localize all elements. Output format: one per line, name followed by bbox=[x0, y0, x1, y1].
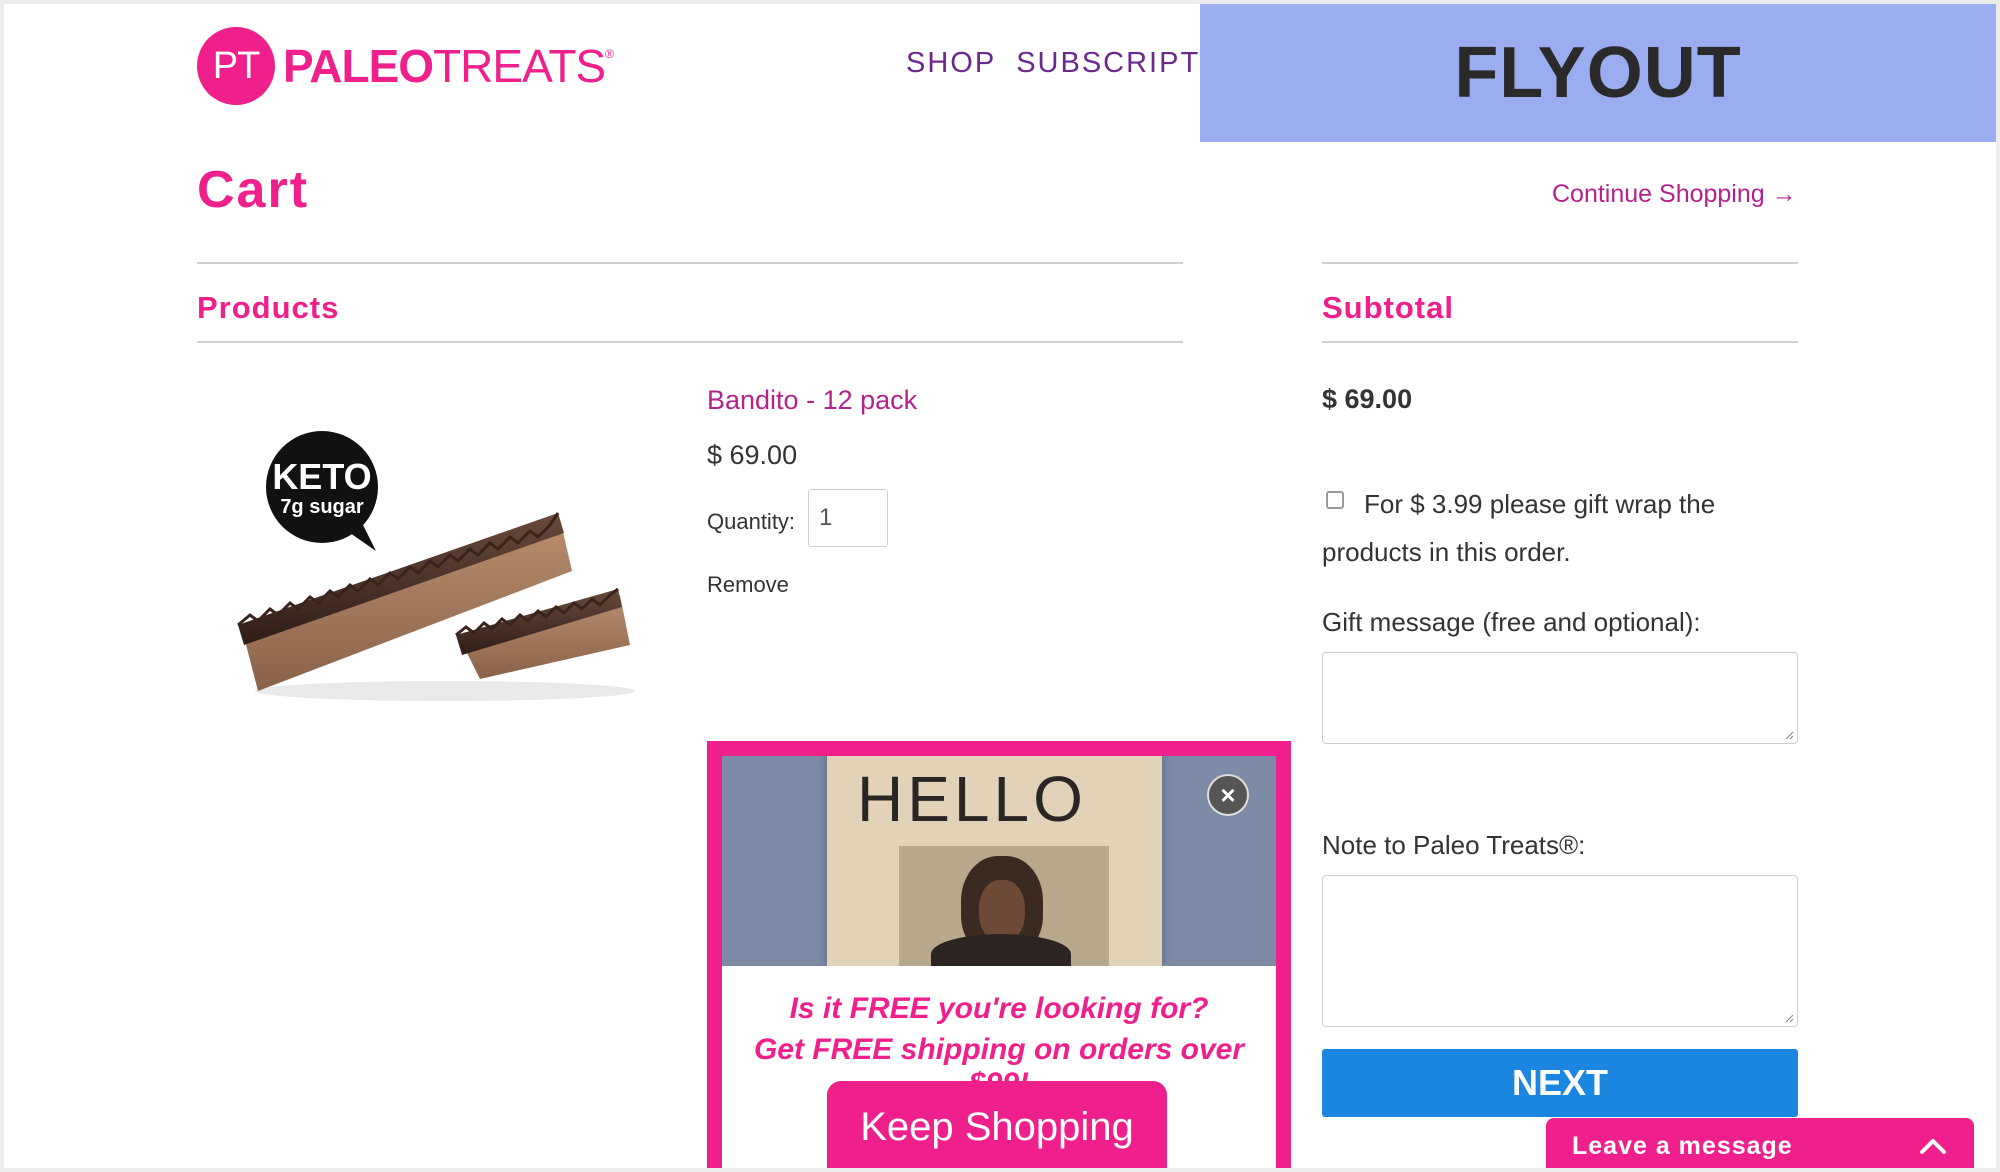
logo-registered-mark: ® bbox=[605, 47, 614, 61]
logo-wordmark-light: TREATS bbox=[433, 40, 606, 92]
quantity-label: Quantity: bbox=[707, 509, 796, 534]
divider bbox=[1322, 262, 1798, 264]
gift-wrap-checkbox[interactable] bbox=[1326, 491, 1344, 509]
note-label: Note to Paleo Treats®: bbox=[1322, 830, 1586, 860]
product-name-link[interactable]: Bandito - 12 pack bbox=[707, 385, 917, 416]
next-button[interactable]: NEXT bbox=[1322, 1049, 1798, 1117]
portrait-body bbox=[931, 934, 1071, 966]
gift-message-textarea[interactable] bbox=[1322, 652, 1798, 744]
subtotal-value: $ 69.00 bbox=[1322, 384, 1413, 414]
continue-shopping-link[interactable]: Continue Shopping → bbox=[1552, 180, 1797, 209]
divider bbox=[197, 262, 1183, 264]
resize-grip-icon[interactable] bbox=[1784, 1013, 1794, 1023]
popup-headline: Is it FREE you're looking for? bbox=[789, 992, 1209, 1025]
logo-wordmark-bold: PALEO bbox=[283, 40, 434, 92]
divider bbox=[1322, 341, 1798, 343]
chevron-up-icon[interactable] bbox=[1918, 1136, 1948, 1156]
subtotal-header: Subtotal bbox=[1322, 290, 1454, 325]
product-price: $ 69.00 bbox=[707, 440, 798, 470]
flyout-label: FLYOUT bbox=[1454, 33, 1742, 113]
page: PT PALEOTREATS® SHOP SUBSCRIPTIO FLYOUT … bbox=[4, 4, 1996, 1168]
logo-mark: PT bbox=[197, 27, 275, 105]
hello-portrait bbox=[899, 846, 1109, 966]
keto-badge: KETO 7g sugar bbox=[266, 431, 378, 551]
portrait-face bbox=[979, 880, 1025, 942]
chat-widget[interactable]: Leave a message bbox=[1546, 1118, 1974, 1168]
keto-badge-line1: KETO bbox=[272, 456, 371, 497]
chat-label: Leave a message bbox=[1572, 1131, 1793, 1160]
main-nav: SHOP SUBSCRIPTIO bbox=[906, 47, 1235, 80]
divider bbox=[197, 341, 1183, 343]
note-textarea[interactable] bbox=[1322, 875, 1798, 1027]
hello-poster-text: HELLO bbox=[857, 763, 1087, 835]
gift-wrap-text: For $ 3.99 please gift wrap the products… bbox=[1322, 489, 1716, 567]
hello-poster: HELLO bbox=[827, 756, 1162, 966]
remove-link[interactable]: Remove bbox=[707, 572, 789, 598]
logo-wordmark: PALEOTREATS® bbox=[283, 39, 614, 93]
products-header: Products bbox=[197, 290, 340, 325]
quantity-input[interactable] bbox=[808, 489, 888, 547]
flyout-label-banner: FLYOUT bbox=[1200, 4, 1996, 142]
nav-item-shop[interactable]: SHOP bbox=[906, 47, 996, 80]
flyout-popup: HELLO × Is it FREE you're looking for? G… bbox=[707, 741, 1291, 1168]
keep-shopping-button[interactable]: Keep Shopping bbox=[827, 1081, 1167, 1168]
product-image[interactable]: KETO 7g sugar bbox=[230, 429, 650, 709]
page-title: Cart bbox=[197, 161, 310, 219]
brand-logo[interactable]: PT PALEOTREATS® bbox=[197, 27, 614, 105]
popup-close-icon[interactable]: × bbox=[1207, 774, 1249, 816]
keto-badge-line2: 7g sugar bbox=[280, 496, 364, 518]
resize-grip-icon[interactable] bbox=[1784, 730, 1794, 740]
gift-message-label: Gift message (free and optional): bbox=[1322, 607, 1701, 637]
flyout-popup-body: HELLO × Is it FREE you're looking for? G… bbox=[722, 756, 1276, 1168]
popup-photo: HELLO bbox=[722, 756, 1276, 966]
